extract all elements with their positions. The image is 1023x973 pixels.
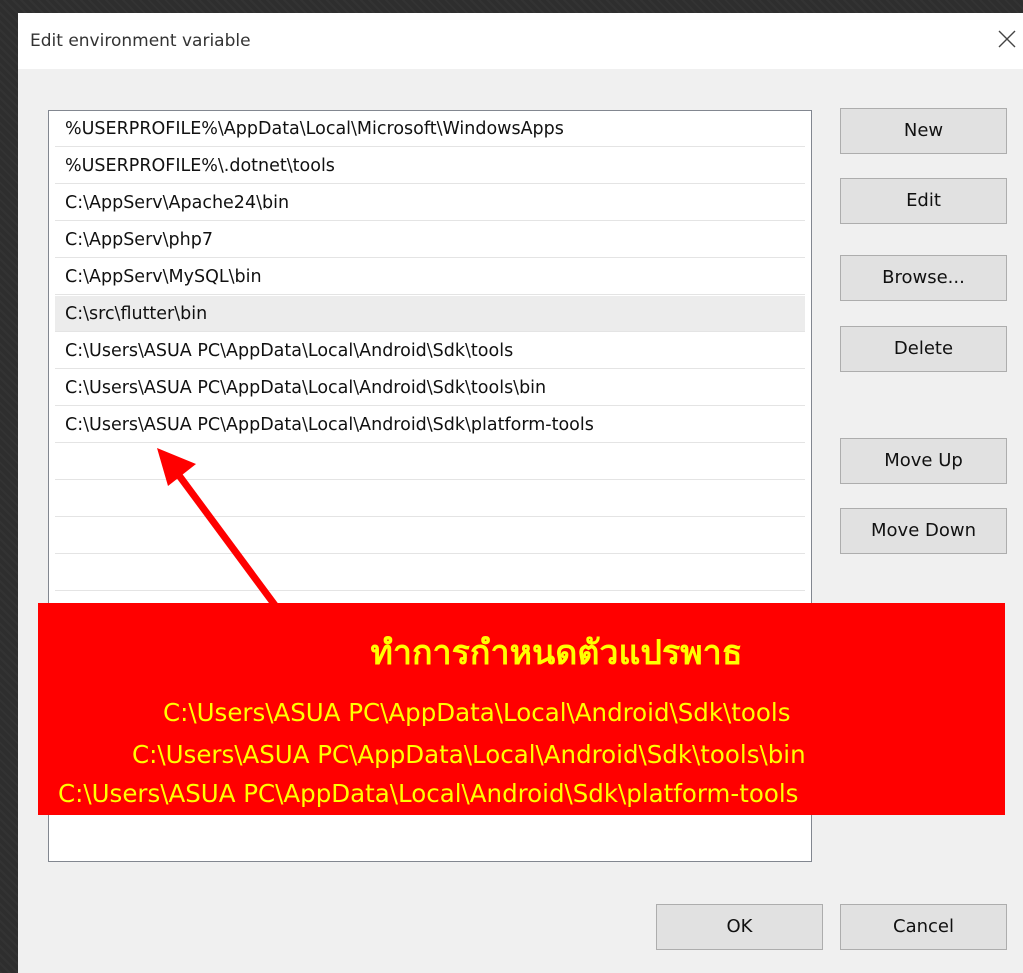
close-icon[interactable] [991, 23, 1023, 55]
move-down-button[interactable]: Move Down [840, 508, 1007, 554]
new-button[interactable]: New [840, 108, 1007, 154]
list-item-empty[interactable] [55, 555, 805, 591]
annotation-title: ทำการกำหนดตัวแปรพาธ [370, 633, 743, 673]
cancel-button[interactable]: Cancel [840, 904, 1007, 950]
title-bar: Edit environment variable [18, 13, 1023, 69]
annotation-path-line: C:\Users\ASUA PC\AppData\Local\Android\S… [132, 740, 806, 769]
list-item[interactable]: C:\AppServ\php7 [55, 222, 805, 258]
dialog-title: Edit environment variable [30, 31, 251, 51]
list-item[interactable]: C:\Users\ASUA PC\AppData\Local\Android\S… [55, 407, 805, 443]
list-item[interactable]: C:\AppServ\Apache24\bin [55, 185, 805, 221]
list-item[interactable]: C:\Users\ASUA PC\AppData\Local\Android\S… [55, 370, 805, 406]
list-item-empty[interactable] [55, 444, 805, 480]
list-item-empty[interactable] [55, 481, 805, 517]
move-up-button[interactable]: Move Up [840, 438, 1007, 484]
list-item-empty[interactable] [55, 518, 805, 554]
list-item[interactable]: %USERPROFILE%\AppData\Local\Microsoft\Wi… [55, 111, 805, 147]
edit-env-variable-dialog: Edit environment variable %USERPROFILE%\… [18, 13, 1023, 973]
list-item[interactable]: %USERPROFILE%\.dotnet\tools [55, 148, 805, 184]
annotation-path-line: C:\Users\ASUA PC\AppData\Local\Android\S… [58, 779, 799, 808]
list-item[interactable]: C:\AppServ\MySQL\bin [55, 259, 805, 295]
ok-button[interactable]: OK [656, 904, 823, 950]
annotation-path-line: C:\Users\ASUA PC\AppData\Local\Android\S… [163, 698, 791, 727]
list-item-selected[interactable]: C:\src\flutter\bin [55, 296, 805, 332]
edit-button[interactable]: Edit [840, 178, 1007, 224]
annotation-callout: ทำการกำหนดตัวแปรพาธ C:\Users\ASUA PC\App… [38, 603, 1005, 815]
delete-button[interactable]: Delete [840, 326, 1007, 372]
browse-button[interactable]: Browse... [840, 255, 1007, 301]
list-item[interactable]: C:\Users\ASUA PC\AppData\Local\Android\S… [55, 333, 805, 369]
